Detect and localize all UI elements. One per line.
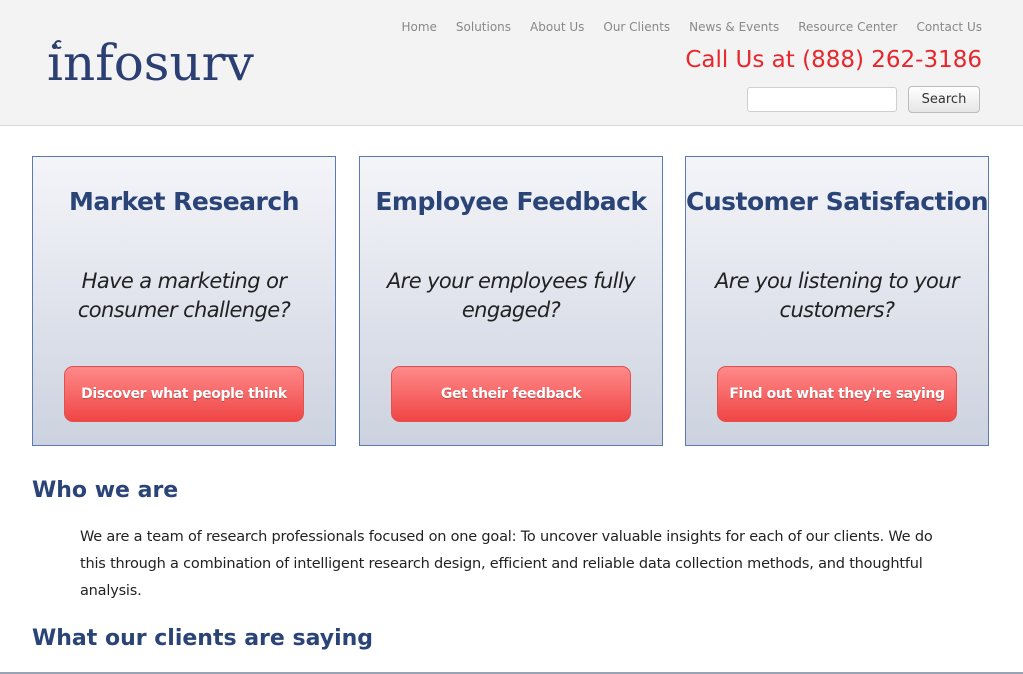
card-customer-satisfaction: Customer Satisfaction Are you listening … bbox=[685, 156, 989, 446]
discover-what-people-think-button[interactable]: Discover what people think bbox=[64, 366, 304, 422]
nav-resource-center[interactable]: Resource Center bbox=[798, 20, 897, 34]
search-button[interactable]: Search bbox=[908, 86, 980, 113]
card-title: Employee Feedback bbox=[375, 187, 647, 216]
card-employee-feedback: Employee Feedback Are your employees ful… bbox=[359, 156, 663, 446]
nav-solutions[interactable]: Solutions bbox=[456, 20, 511, 34]
site-header: infosurv Home Solutions About Us Our Cli… bbox=[0, 0, 1023, 126]
card-title: Market Research bbox=[69, 187, 300, 216]
nav-news-events[interactable]: News & Events bbox=[689, 20, 779, 34]
testimonials-heading: What our clients are saying bbox=[32, 626, 374, 651]
card-question: Are you listening to your customers? bbox=[714, 269, 960, 322]
nav-contact-us[interactable]: Contact Us bbox=[916, 20, 982, 34]
who-we-are-heading: Who we are bbox=[32, 478, 179, 503]
nav-home[interactable]: Home bbox=[401, 20, 436, 34]
get-their-feedback-button[interactable]: Get their feedback bbox=[391, 366, 631, 422]
card-question: Have a marketing or consumer challenge? bbox=[77, 269, 291, 322]
nav-our-clients[interactable]: Our Clients bbox=[603, 20, 670, 34]
phone-number: Call Us at (888) 262-3186 bbox=[685, 47, 982, 73]
who-we-are-text: We are a team of research professionals … bbox=[80, 529, 933, 599]
nav-about-us[interactable]: About Us bbox=[530, 20, 584, 34]
search-input[interactable] bbox=[747, 87, 897, 112]
site-logo[interactable]: infosurv bbox=[47, 33, 254, 93]
card-title: Customer Satisfaction bbox=[686, 187, 989, 216]
card-market-research: Market Research Have a marketing or cons… bbox=[32, 156, 336, 446]
card-question: Are your employees fully engaged? bbox=[386, 269, 636, 322]
main-nav: Home Solutions About Us Our Clients News… bbox=[401, 20, 982, 34]
find-out-what-theyre-saying-button[interactable]: Find out what they're saying bbox=[717, 366, 957, 422]
